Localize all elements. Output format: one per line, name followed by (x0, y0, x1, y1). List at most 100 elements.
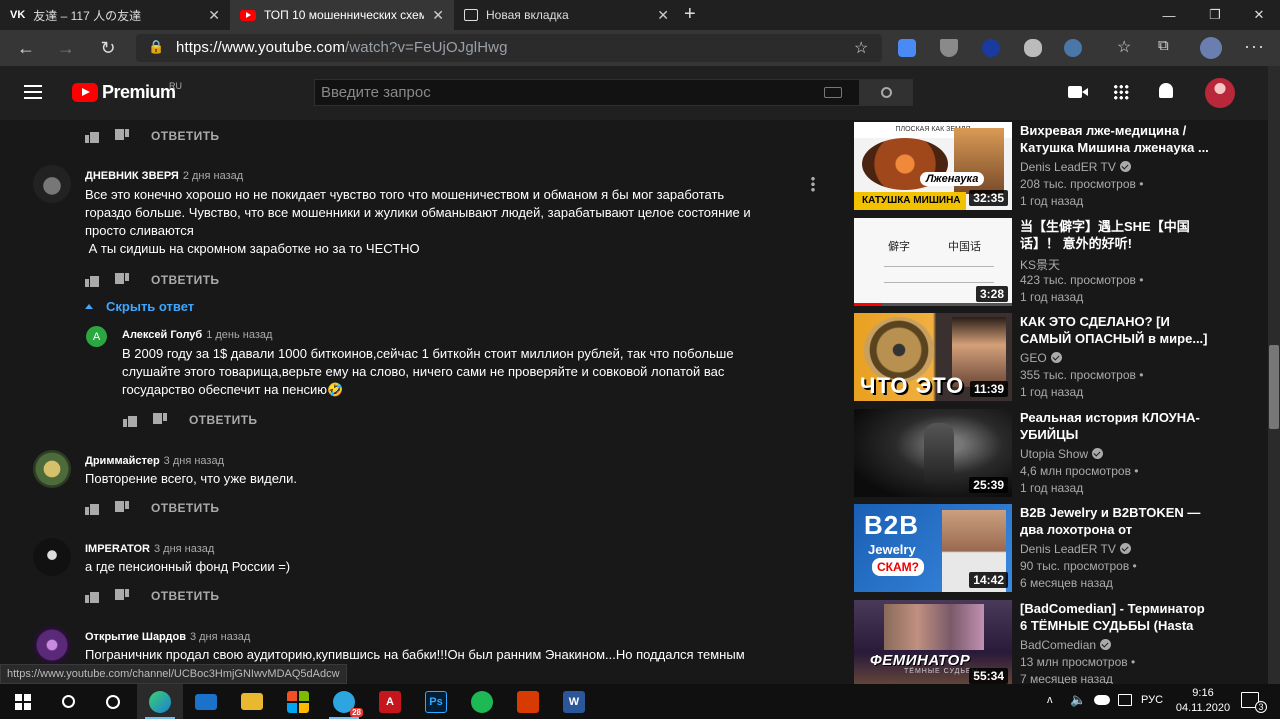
search-button[interactable] (860, 79, 913, 106)
telegram-taskbar-icon[interactable]: 28 (321, 684, 367, 719)
dislike-icon[interactable] (153, 413, 167, 427)
photoshop-taskbar-icon[interactable]: Ps (413, 684, 459, 719)
video-card[interactable]: B2B Jewelry СКАМ? 14:42 B2B Jewelry и B2… (854, 504, 1214, 592)
youtube-logo-icon[interactable] (72, 83, 98, 102)
close-tab-icon[interactable]: ✕ (432, 7, 444, 24)
avatar[interactable] (33, 538, 71, 576)
close-tab-icon[interactable]: ✕ (657, 7, 669, 24)
translate-extension-icon[interactable] (898, 39, 916, 57)
like-icon[interactable] (85, 589, 99, 603)
video-channel[interactable]: KS景天 (1020, 256, 1060, 273)
video-title[interactable]: КАК ЭТО СДЕЛАНО? [И САМЫЙ ОПАСНЫЙ в мире… (1020, 313, 1210, 347)
clock[interactable]: 9:16 04.11.2020 (1172, 686, 1234, 716)
volume-icon[interactable]: 🔈 (1070, 692, 1086, 708)
profile-avatar[interactable] (1200, 37, 1222, 59)
video-card[interactable]: ПЛОСКАЯ КАК ЗЕМЛЯ Лженаука КАТУШКА МИШИН… (854, 122, 1214, 210)
task-view-icon[interactable] (90, 684, 136, 719)
notifications-bell-icon[interactable] (1159, 83, 1173, 98)
reload-icon[interactable]: ↻ (90, 30, 126, 66)
notification-center-icon[interactable]: 3 (1241, 692, 1267, 713)
video-card[interactable]: 僻字 中国话 3:28 当【生僻字】遇上SHE【中国话】！ 意外的好听! KS景… (854, 218, 1214, 306)
avatar[interactable] (33, 165, 71, 203)
comment-author[interactable]: Алексей Голуб (122, 329, 202, 341)
video-channel[interactable]: BadComedian (1020, 638, 1112, 652)
video-thumbnail[interactable]: ПЛОСКАЯ КАК ЗЕМЛЯ Лженаука КАТУШКА МИШИН… (854, 122, 1012, 210)
maximize-button[interactable]: ❐ (1192, 0, 1238, 30)
video-thumbnail[interactable]: ФЕМИНАТОР ТЁМНЫЕ СУДЬБЫ 55:34 (854, 600, 1012, 688)
video-card[interactable]: ЧТО ЭТО 11:39 КАК ЭТО СДЕЛАНО? [И САМЫЙ … (854, 313, 1214, 401)
reply-button[interactable]: ОТВЕТИТЬ (151, 273, 219, 287)
globe-extension-icon[interactable] (982, 39, 1000, 57)
comment-author[interactable]: Дриммайстер (85, 455, 160, 467)
people-icon[interactable]: ᴧ (1047, 694, 1053, 706)
cloud-extension-icon[interactable] (1024, 39, 1042, 57)
close-tab-icon[interactable]: ✕ (208, 7, 220, 24)
close-window-button[interactable]: ✕ (1236, 0, 1280, 30)
comment-time[interactable]: 3 дня назад (154, 543, 214, 555)
scrollbar-thumb[interactable] (1269, 345, 1279, 429)
like-icon[interactable] (85, 501, 99, 515)
reply-button[interactable]: ОТВЕТИТЬ (189, 413, 257, 427)
search-input[interactable]: Введите запрос (314, 79, 860, 106)
tab-new[interactable]: Новая вкладка ✕ (454, 0, 679, 30)
comment-author[interactable]: IMPERATOR (85, 543, 150, 555)
reply-button[interactable]: ОТВЕТИТЬ (151, 501, 219, 515)
mail-taskbar-icon[interactable] (183, 684, 229, 719)
pdf-taskbar-icon[interactable]: A (367, 684, 413, 719)
video-title[interactable]: [BadComedian] - Терминатор 6 ТЁМНЫЕ СУДЬ… (1020, 600, 1210, 634)
word-taskbar-icon[interactable]: W (551, 684, 597, 719)
dislike-icon[interactable] (115, 501, 129, 515)
forward-icon[interactable]: → (48, 30, 84, 66)
minimize-button[interactable]: — (1146, 0, 1192, 30)
avatar[interactable]: А (86, 326, 107, 347)
reply-button[interactable]: ОТВЕТИТЬ (151, 129, 219, 143)
dislike-icon[interactable] (115, 273, 129, 287)
back-icon[interactable]: ← (8, 30, 44, 66)
comment-author[interactable]: ДНЕВНИК ЗВЕРЯ (85, 170, 179, 182)
video-card[interactable]: ФЕМИНАТОР ТЁМНЫЕ СУДЬБЫ 55:34 [BadComedi… (854, 600, 1214, 688)
file-explorer-icon[interactable] (229, 684, 275, 719)
store-taskbar-icon[interactable] (275, 684, 321, 719)
reply-button[interactable]: ОТВЕТИТЬ (151, 589, 219, 603)
video-card[interactable]: 25:39 Реальная история КЛОУНА-УБИЙЦЫ Uto… (854, 409, 1214, 497)
address-bar[interactable]: 🔒 https://www.youtube.com/watch?v=FeUjOJ… (136, 34, 882, 62)
like-icon[interactable] (123, 413, 137, 427)
dislike-icon[interactable] (115, 589, 129, 603)
video-channel[interactable]: Denis LeadER TV (1020, 542, 1131, 556)
comment-author[interactable]: Открытие Шардов (85, 631, 186, 643)
video-thumbnail[interactable]: ЧТО ЭТО 11:39 (854, 313, 1012, 401)
video-channel[interactable]: GEO (1020, 351, 1062, 365)
network-icon[interactable] (1118, 694, 1132, 706)
search-icon[interactable] (45, 684, 91, 719)
logo-text[interactable]: Premium (102, 82, 176, 103)
comment-time[interactable]: 1 день назад (206, 329, 272, 341)
dislike-icon[interactable] (115, 129, 129, 143)
account-avatar[interactable] (1205, 78, 1235, 108)
hide-replies-button[interactable]: Скрыть ответ (85, 297, 194, 315)
video-title[interactable]: B2B Jewelry и B2BTOKEN — два лохотрона о… (1020, 504, 1210, 538)
video-channel[interactable]: Utopia Show (1020, 447, 1104, 461)
windows-start-icon[interactable] (0, 684, 46, 719)
shield-extension-icon[interactable] (940, 39, 958, 57)
onedrive-icon[interactable] (1094, 695, 1110, 705)
apps-grid-icon[interactable] (1113, 84, 1129, 100)
video-title[interactable]: 当【生僻字】遇上SHE【中国话】！ 意外的好听! (1020, 218, 1210, 252)
menu-icon[interactable] (24, 85, 42, 99)
keyboard-icon[interactable] (824, 87, 842, 98)
avatar[interactable] (33, 626, 71, 664)
tab-youtube[interactable]: ТОП 10 мошеннических схем - ✕ (230, 0, 454, 30)
video-thumbnail[interactable]: 僻字 中国话 3:28 (854, 218, 1012, 306)
edge-taskbar-icon[interactable] (137, 684, 183, 719)
collections-icon[interactable]: ⧉ (1158, 37, 1169, 54)
language-indicator[interactable]: РУС (1141, 694, 1163, 706)
new-tab-button[interactable]: + (684, 3, 696, 26)
like-icon[interactable] (85, 273, 99, 287)
comment-menu-icon[interactable] (811, 176, 815, 192)
comment-time[interactable]: 3 дня назад (164, 455, 224, 467)
video-thumbnail[interactable]: 25:39 (854, 409, 1012, 497)
spotify-taskbar-icon[interactable] (459, 684, 505, 719)
comment-time[interactable]: 2 дня назад (183, 170, 243, 182)
like-icon[interactable] (85, 129, 99, 143)
favorites-icon[interactable]: ☆ (1117, 37, 1131, 57)
office-taskbar-icon[interactable] (505, 684, 551, 719)
